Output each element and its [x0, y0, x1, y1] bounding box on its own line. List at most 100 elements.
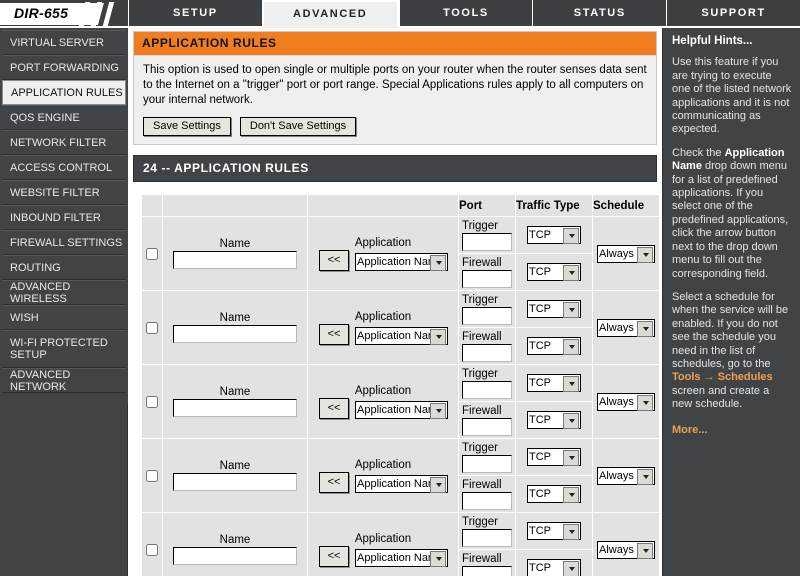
firewall-traffic-type-select[interactable]: TCP [527, 263, 581, 281]
nav-tab-tools[interactable]: TOOLS [398, 0, 533, 26]
firewall-port-input[interactable] [462, 269, 512, 288]
rule-name-input[interactable] [173, 325, 297, 343]
sidebar-item-advanced-network[interactable]: ADVANCED NETWORK [2, 368, 126, 393]
sidebar-item-advanced-wireless[interactable]: ADVANCED WIRELESS [2, 280, 126, 305]
trigger-port-input[interactable] [462, 528, 512, 547]
trigger-traffic-type-select[interactable]: TCP [527, 374, 581, 392]
rule-port-cell: Trigger Firewall [459, 513, 515, 576]
more-link[interactable]: More... [672, 424, 707, 437]
firewall-port-input[interactable] [462, 417, 512, 436]
rule-name-input[interactable] [173, 251, 297, 269]
sidebar-item-access-control[interactable]: ACCESS CONTROL [2, 155, 126, 180]
rule-schedule-cell: Always [593, 291, 659, 364]
sidebar-item-qos-engine[interactable]: QOS ENGINE [2, 105, 126, 130]
rule-enable-checkbox[interactable] [146, 469, 158, 482]
rule-enable-cell [142, 291, 162, 364]
table-header-row: Port Traffic Type Schedule [142, 195, 659, 216]
nav-tab-status[interactable]: STATUS [532, 0, 667, 26]
application-name-select[interactable]: Application Name [355, 252, 448, 271]
application-fill-arrow-button[interactable]: << [319, 471, 349, 493]
name-label: Name [219, 460, 251, 472]
firewall-traffic-type-select[interactable]: TCP [527, 411, 581, 429]
trigger-traffic-type-select[interactable]: TCP [527, 522, 581, 540]
application-name-select[interactable]: Application Name [355, 548, 448, 567]
application-name-select[interactable]: Application Name [355, 474, 448, 493]
rule-application-cell: Application << Application Name [308, 291, 458, 364]
sidebar-item-firewall-settings[interactable]: FIREWALL SETTINGS [2, 230, 126, 255]
firewall-traffic-type-select[interactable]: TCP [527, 485, 581, 503]
rule-schedule-cell: Always [593, 439, 659, 512]
firewall-port-label: Firewall [462, 404, 502, 417]
trigger-port-label: Trigger [462, 293, 498, 306]
rule-enable-checkbox[interactable] [146, 247, 158, 260]
trigger-traffic-type-select[interactable]: TCP [527, 226, 581, 244]
header-schedule: Schedule [593, 195, 659, 216]
rule-application-cell: Application << Application Name [308, 217, 458, 290]
header-name [163, 195, 307, 216]
schedule-select[interactable]: Always [597, 392, 655, 411]
firewall-traffic-type-select[interactable]: TCP [527, 559, 581, 576]
firewall-port-input[interactable] [462, 565, 512, 576]
table-row: Name Application << Application Name Trigger… [142, 513, 659, 576]
rule-enable-checkbox[interactable] [146, 395, 158, 408]
application-name-select[interactable]: Application Name [355, 400, 448, 419]
sidebar-item-wish[interactable]: WISH [2, 305, 126, 330]
main-content: APPLICATION RULES This option is used to… [130, 28, 660, 576]
sidebar-item-virtual-server[interactable]: VIRTUAL SERVER [2, 30, 126, 55]
tools-schedules-link[interactable]: Tools → Schedules [672, 371, 773, 383]
panel-body: This option is used to open single or mu… [134, 56, 656, 144]
name-label: Name [219, 534, 251, 546]
trigger-port-input[interactable] [462, 232, 512, 251]
firewall-port-input[interactable] [462, 491, 512, 510]
rule-name-input[interactable] [173, 399, 297, 417]
sidebar-item-inbound-filter[interactable]: INBOUND FILTER [2, 205, 126, 230]
hints-p2-after: drop down menu for a list of predefined … [672, 160, 789, 280]
schedule-select[interactable]: Always [597, 466, 655, 485]
nav-tab-advanced[interactable]: ADVANCED [261, 0, 399, 28]
application-name-select[interactable]: Application Name [355, 326, 448, 345]
rule-name-input[interactable] [173, 547, 297, 565]
application-fill-arrow-button[interactable]: << [319, 397, 349, 419]
firewall-traffic-type-select[interactable]: TCP [527, 337, 581, 355]
trigger-traffic-type-select[interactable]: TCP [527, 448, 581, 466]
header-application [308, 195, 458, 216]
rules-section-title: 24 -- APPLICATION RULES [133, 155, 657, 182]
sidebar-item-routing[interactable]: ROUTING [2, 255, 126, 280]
name-label: Name [219, 386, 251, 398]
rule-enable-checkbox[interactable] [146, 321, 158, 334]
dont-save-settings-button[interactable]: Don't Save Settings [239, 117, 357, 136]
table-row: Name Application << Application Name Trigger… [142, 365, 659, 438]
rule-name-input[interactable] [173, 473, 297, 491]
firewall-port-label: Firewall [462, 330, 502, 343]
schedule-select[interactable]: Always [597, 540, 655, 559]
sidebar-item-wi-fi-protected-setup[interactable]: WI-FI PROTECTED SETUP [2, 330, 126, 368]
trigger-port-input[interactable] [462, 306, 512, 325]
rule-name-cell: Name [163, 439, 307, 512]
rule-enable-checkbox[interactable] [146, 543, 158, 556]
sidebar-item-label: NETWORK FILTER [10, 136, 107, 149]
schedule-select[interactable]: Always [597, 318, 655, 337]
brand-slash-icon-3 [102, 2, 115, 26]
application-fill-arrow-button[interactable]: << [319, 249, 349, 271]
application-fill-arrow-button[interactable]: << [319, 545, 349, 567]
brand-model-label: DIR-655 [14, 5, 69, 21]
nav-tab-support[interactable]: SUPPORT [666, 0, 800, 26]
application-label: Application [354, 532, 412, 545]
nav-tab-setup[interactable]: SETUP [128, 0, 262, 26]
save-settings-button[interactable]: Save Settings [143, 117, 231, 136]
panel-title: APPLICATION RULES [134, 32, 656, 56]
sidebar-item-port-forwarding[interactable]: PORT FORWARDING [2, 55, 126, 80]
hints-p3-before: Select a schedule for when the service w… [672, 290, 789, 370]
application-fill-arrow-button[interactable]: << [319, 323, 349, 345]
router-admin-page: DIR-655 SETUP ADVANCED TOOLS STATUS SUPPORT … [0, 0, 800, 576]
firewall-port-input[interactable] [462, 343, 512, 362]
schedule-select[interactable]: Always [597, 244, 655, 263]
trigger-port-input[interactable] [462, 454, 512, 473]
helpful-hints-panel: Helpful Hints... Use this feature if you… [662, 28, 800, 576]
sidebar-item-network-filter[interactable]: NETWORK FILTER [2, 130, 126, 155]
trigger-traffic-type-select[interactable]: TCP [527, 300, 581, 318]
sidebar-item-application-rules[interactable]: APPLICATION RULES [2, 80, 126, 105]
sidebar-item-website-filter[interactable]: WEBSITE FILTER [2, 180, 126, 205]
rule-application-cell: Application << Application Name [308, 513, 458, 576]
trigger-port-input[interactable] [462, 380, 512, 399]
